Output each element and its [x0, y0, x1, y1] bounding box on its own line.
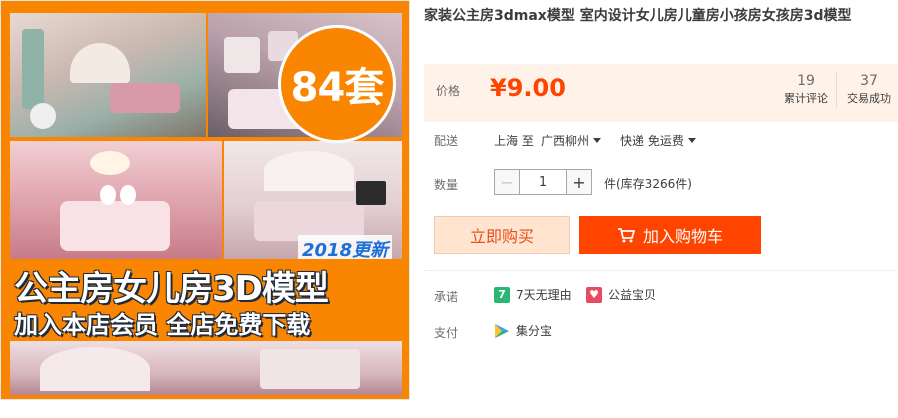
promise-seven-days-text: 7天无理由 [516, 288, 572, 302]
quantity-input[interactable]: 1 [520, 169, 566, 195]
payment-label: 支付 [434, 326, 459, 340]
reviews-count: 19 [797, 73, 815, 89]
promise-charity[interactable]: ♥ 公益宝贝 [586, 286, 656, 303]
product-image[interactable]: 84套 2018更新 公主房女儿房3D模型 加入本店会员 全店免费下载 [0, 0, 410, 400]
shipping-from: 上海 至 [494, 134, 534, 148]
buy-now-button[interactable]: 立即购买 [434, 216, 570, 254]
sales-stat: 37 交易成功 [836, 72, 898, 108]
room-photo-1 [10, 13, 206, 137]
add-to-cart-button[interactable]: 加入购物车 [579, 216, 761, 254]
seven-days-icon: 7 [494, 286, 510, 303]
promise-seven-days[interactable]: 7 7天无理由 [494, 286, 572, 303]
image-headline: 公主房女儿房3D模型 [14, 269, 329, 309]
jifenbao-icon [495, 323, 509, 338]
sales-count: 37 [860, 73, 878, 89]
divider [424, 270, 898, 271]
charity-icon: ♥ [586, 286, 602, 303]
cart-icon [617, 228, 635, 243]
image-subline: 加入本店会员 全店免费下载 [14, 311, 311, 339]
shipping-destination-text: 广西柳州 [541, 134, 590, 148]
sales-label: 交易成功 [847, 92, 891, 105]
reviews-stat[interactable]: 19 累计评论 [774, 72, 838, 108]
image-banner: 公主房女儿房3D模型 加入本店会员 全店免费下载 [10, 259, 402, 341]
stock-info: 件(库存3266件) [604, 177, 692, 191]
reviews-label: 累计评论 [784, 92, 828, 105]
quantity-decrease-button[interactable]: − [494, 169, 520, 195]
price-value: ¥9.00 [490, 74, 566, 102]
buy-now-label: 立即购买 [469, 227, 534, 246]
chevron-down-icon [687, 138, 696, 143]
room-photo-3 [10, 141, 222, 259]
quantity-label: 数量 [434, 178, 459, 192]
chevron-down-icon [593, 138, 602, 143]
payment-method-text: 集分宝 [516, 324, 553, 338]
promise-charity-text: 公益宝贝 [608, 288, 657, 302]
shipping-label: 配送 [434, 134, 459, 148]
shipping-destination[interactable]: 广西柳州 [541, 132, 602, 149]
product-title: 家装公主房3dmax模型 室内设计女儿房儿童房小孩房女孩房3d模型 [424, 8, 852, 24]
add-to-cart-label: 加入购物车 [642, 227, 723, 246]
payment-method[interactable]: 集分宝 [494, 322, 552, 339]
count-badge: 84套 [278, 25, 396, 143]
quantity-increase-button[interactable]: + [566, 169, 592, 195]
quantity-stepper: − 1 + [494, 169, 592, 195]
shipping-method[interactable]: 快递 免运费 [620, 132, 696, 149]
price-panel: 价格 ¥9.00 19 累计评论 37 交易成功 [424, 64, 898, 122]
shipping-method-text: 快递 免运费 [620, 134, 684, 148]
price-label: 价格 [436, 84, 461, 98]
room-photo-5 [10, 341, 402, 395]
promise-label: 承诺 [434, 290, 459, 304]
